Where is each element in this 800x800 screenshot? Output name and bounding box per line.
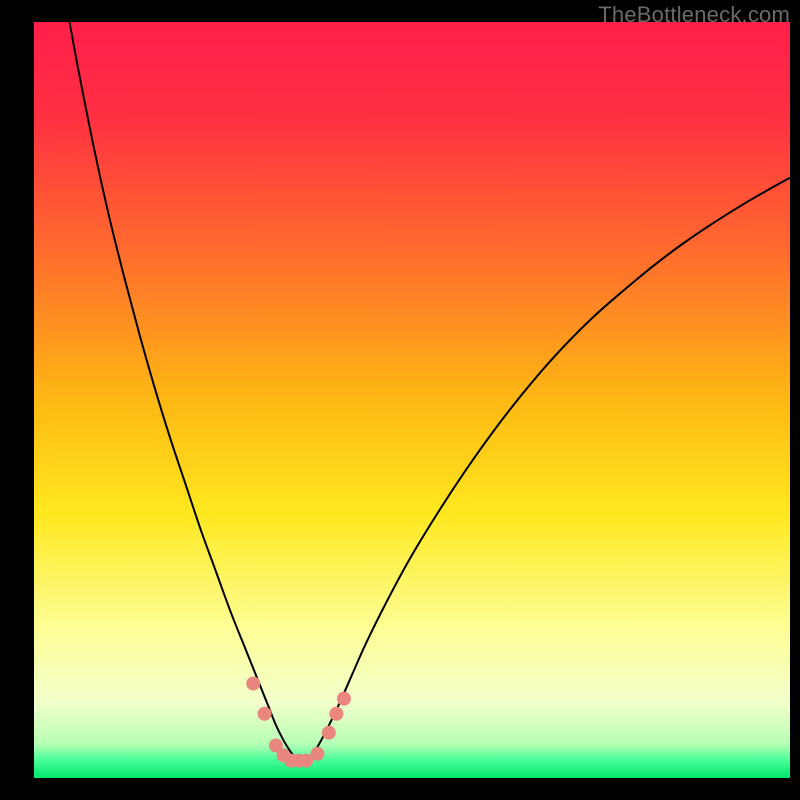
curve-marker	[329, 707, 343, 721]
chart-frame: TheBottleneck.com	[0, 0, 800, 800]
curve-marker	[246, 677, 260, 691]
chart-background	[34, 22, 790, 778]
curve-marker	[337, 692, 351, 706]
curve-marker	[311, 747, 325, 761]
bottleneck-chart	[34, 22, 790, 778]
curve-marker	[322, 726, 336, 740]
curve-marker	[258, 707, 272, 721]
